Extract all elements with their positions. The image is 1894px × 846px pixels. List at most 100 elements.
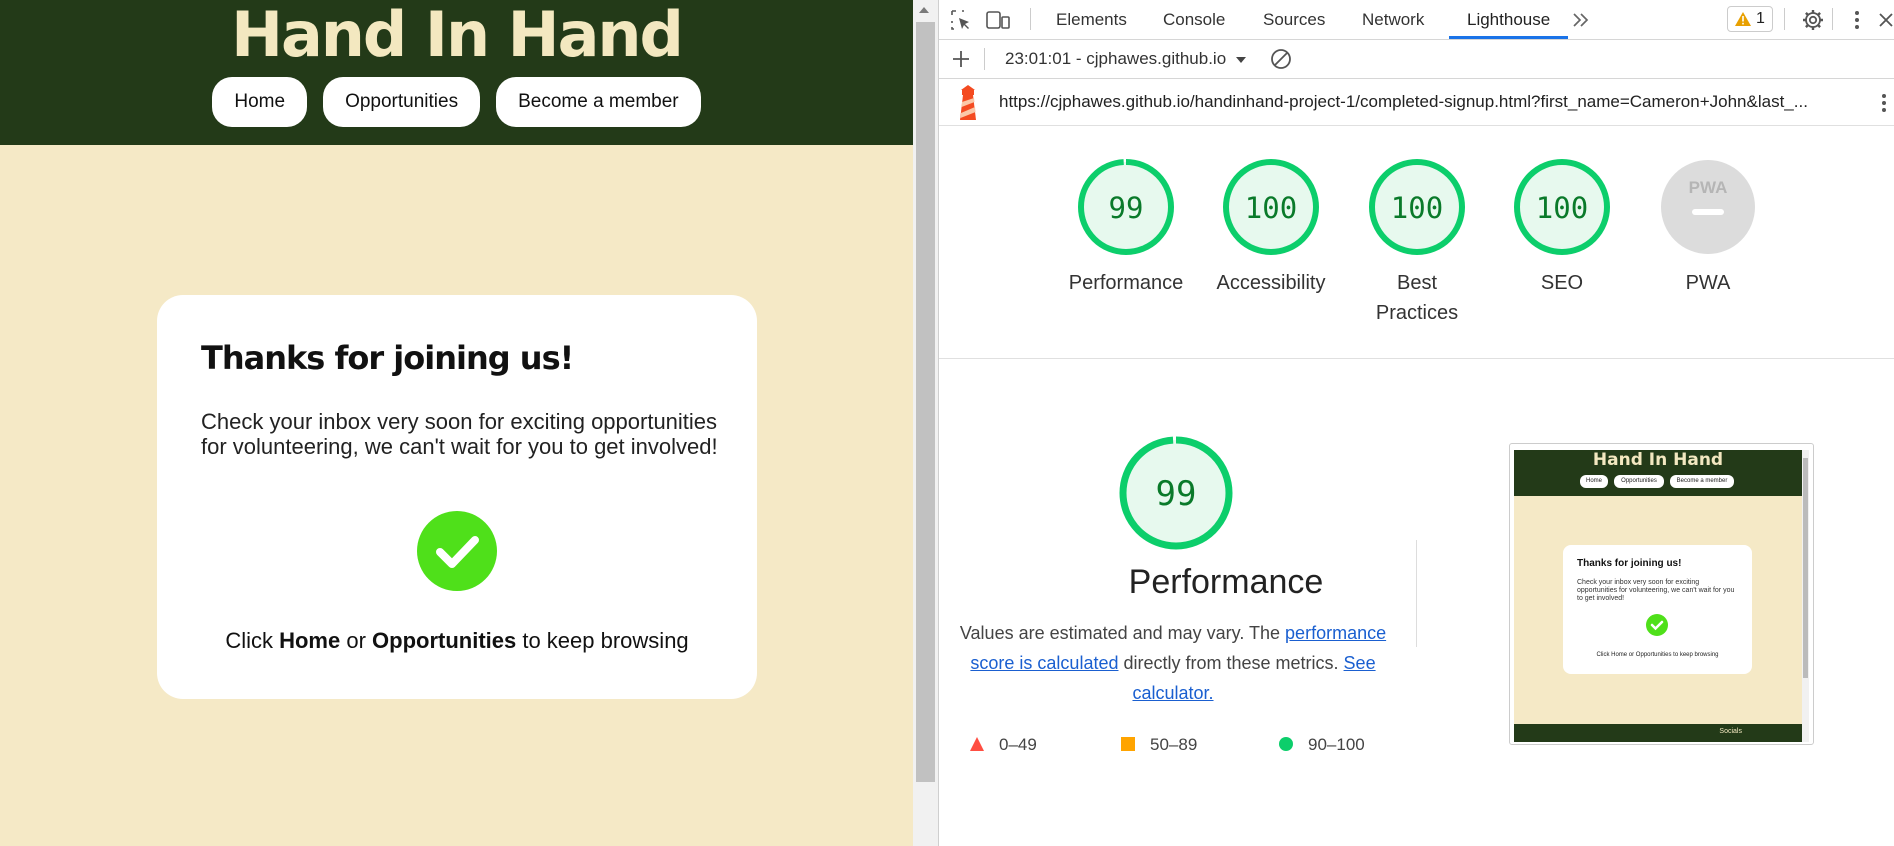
dropdown-triangle-icon (1235, 56, 1246, 63)
toolbar-separator (1832, 8, 1833, 30)
gauge-seo[interactable]: 100 SEO (1492, 157, 1632, 298)
legend-average: 50–89 (1120, 735, 1197, 755)
gauge-label: SEO (1540, 272, 1584, 294)
average-square-icon (1121, 737, 1135, 751)
vertical-divider (1416, 540, 1417, 647)
tab-console[interactable]: Console (1163, 0, 1225, 39)
desc-text: Values are estimated and may vary. The (959, 623, 1286, 643)
card-text: Check your inbox very soon for exciting … (201, 409, 718, 459)
more-options-kebab-icon[interactable] (1845, 8, 1869, 32)
thumbnail-title: Hand In Hand (1592, 450, 1724, 470)
legend-fail-label: 0–49 (999, 735, 1037, 754)
pwa-badge-text: PWA (1689, 178, 1728, 197)
warnings-badge[interactable]: 1 (1727, 6, 1773, 32)
thumbnail-page: Hand In Hand Home Opportunities Become a… (1514, 450, 1802, 742)
legend-fail: 0–49 (969, 735, 1037, 755)
gauge-label: Best Practices (1375, 272, 1459, 324)
thumbnail-footer: Socials (1514, 724, 1802, 742)
performance-title: Performance (1128, 563, 1324, 601)
report-url[interactable]: https://cjphawes.github.io/handinhand-pr… (999, 92, 1854, 112)
tab-elements[interactable]: Elements (1056, 0, 1127, 39)
new-report-plus-icon[interactable] (949, 47, 973, 71)
gauge-accessibility[interactable]: 100 Accessibility (1201, 157, 1341, 298)
report-url-bar: https://cjphawes.github.io/handinhand-pr… (939, 79, 1894, 126)
thumbnail-nav-opportunities: Opportunities (1614, 475, 1664, 488)
desc-text: directly from these metrics. (1118, 653, 1344, 673)
report-selector[interactable]: 23:01:01 - cjphawes.github.io (1005, 49, 1247, 69)
tab-sources[interactable]: Sources (1263, 0, 1325, 39)
gauge-label: PWA (1685, 272, 1731, 294)
gauge-score: 100 (1245, 191, 1297, 225)
performance-main-gauge[interactable]: 99 (1116, 433, 1236, 558)
fail-triangle-icon (970, 737, 984, 751)
toolbar-separator (984, 48, 985, 70)
devtools-tab-bar: Elements Console Sources Network Lightho… (939, 0, 1894, 40)
nav-opportunities-button[interactable]: Opportunities (323, 77, 481, 127)
pwa-gauge-bg (1661, 160, 1755, 254)
gauge-ring: 100 (1223, 159, 1319, 255)
devtools-panel: Elements Console Sources Network Lightho… (939, 0, 1894, 846)
confirmation-card: Thanks for joining us! Check your inbox … (157, 295, 757, 699)
nav-home-button[interactable]: Home (212, 77, 308, 127)
thumbnail-nav-member: Become a member (1670, 475, 1734, 488)
foot-pre: Click (225, 628, 280, 653)
lighthouse-logo-icon (955, 85, 981, 126)
page-screenshot-thumbnail[interactable]: Hand In Hand Home Opportunities Become a… (1509, 443, 1814, 745)
inspect-element-icon[interactable] (949, 8, 973, 32)
gauge-ring: PWA (1661, 160, 1755, 254)
thumbnail-scrollbar-thumb (1803, 458, 1808, 678)
gauge-ring: 100 (1514, 159, 1610, 255)
pass-circle-icon (1279, 737, 1293, 751)
tab-network[interactable]: Network (1362, 0, 1424, 39)
gauge-score: 100 (1536, 191, 1588, 225)
thumbnail-card-text: Check your inbox very soon for exciting … (1577, 579, 1735, 602)
gauge-pwa[interactable]: PWA PWA (1638, 157, 1778, 298)
gauge-label: Performance (1068, 272, 1184, 294)
report-selector-label: 23:01:01 - cjphawes.github.io (1005, 49, 1227, 68)
gauge-performance[interactable]: 99 Performance (1056, 157, 1196, 298)
thumbnail-card: Thanks for joining us! Check your inbox … (1563, 545, 1752, 674)
lighthouse-toolbar: 23:01:01 - cjphawes.github.io (939, 40, 1894, 79)
warning-count: 1 (1756, 10, 1765, 27)
foot-mid: or (340, 628, 373, 653)
legend-pass-label: 90–100 (1308, 735, 1365, 754)
thumbnail-header: Hand In Hand Home Opportunities Become a… (1514, 450, 1802, 496)
card-title: Thanks for joining us! (201, 339, 574, 377)
summary-divider (939, 358, 1894, 359)
toolbar-separator (1784, 8, 1785, 30)
site-nav: Home Opportunities Become a member (0, 77, 913, 127)
thumbnail-check-icon (1646, 614, 1668, 636)
success-check-icon (417, 511, 497, 591)
page-scrollbar-thumb[interactable] (916, 22, 935, 782)
more-tabs-chevron-icon[interactable] (1569, 8, 1593, 32)
settings-gear-icon[interactable] (1801, 8, 1825, 32)
toolbar-separator (1030, 8, 1031, 30)
url-more-options-icon[interactable] (1879, 91, 1889, 120)
gauge-ring: 99 (1078, 159, 1174, 255)
gauge-score: 99 (1109, 191, 1144, 225)
gauge-ring: 100 (1369, 159, 1465, 255)
site-header: Hand In Hand Home Opportunities Become a… (0, 0, 913, 145)
gauge-score: 100 (1391, 191, 1443, 225)
pwa-dash (1692, 209, 1724, 215)
performance-main-score: 99 (1156, 474, 1197, 514)
clear-report-block-icon[interactable] (1269, 47, 1293, 71)
thumbnail-nav-home: Home (1580, 475, 1608, 488)
scroll-up-arrow-icon[interactable] (919, 7, 929, 13)
gauge-label: Accessibility (1216, 272, 1326, 294)
thumbnail-footer-text: Socials (1719, 728, 1742, 735)
thumbnail-card-footer: Click Home or Opportunities to keep brow… (1596, 652, 1719, 658)
performance-description: Values are estimated and may vary. The p… (953, 618, 1393, 708)
website-viewport: Hand In Hand Home Opportunities Become a… (0, 0, 913, 846)
legend-pass: 90–100 (1278, 735, 1365, 755)
thumbnail-card-title: Thanks for joining us! (1577, 558, 1682, 569)
card-footer-text: Click Home or Opportunities to keep brow… (157, 628, 757, 654)
foot-post: to keep browsing (516, 628, 689, 653)
device-toolbar-icon[interactable] (985, 8, 1010, 32)
gauge-best-practices[interactable]: 100 Best Practices (1347, 157, 1487, 328)
close-devtools-icon[interactable] (1874, 8, 1894, 32)
foot-opportunities: Opportunities (372, 628, 517, 653)
nav-become-member-button[interactable]: Become a member (496, 77, 701, 127)
site-title: Hand In Hand (231, 0, 684, 71)
tab-lighthouse[interactable]: Lighthouse (1449, 0, 1569, 39)
